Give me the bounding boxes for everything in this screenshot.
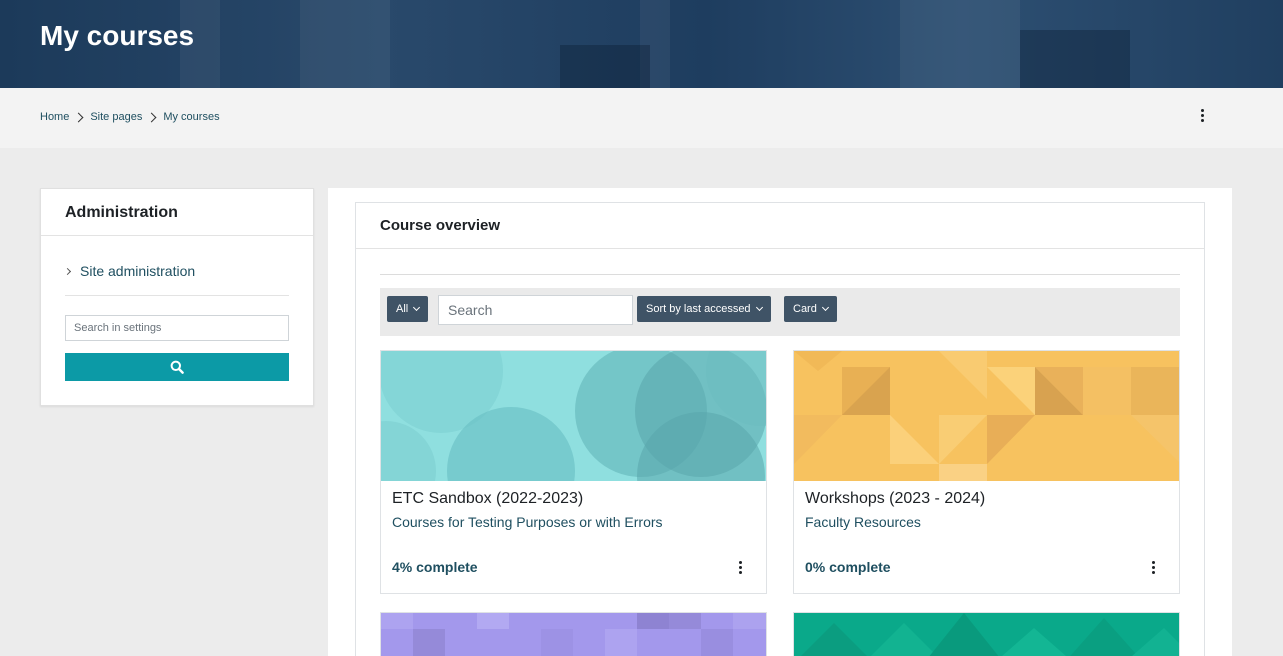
- course-filter-bar: All Sort by last accessed Card: [380, 288, 1180, 336]
- course-category: Faculty Resources: [805, 514, 921, 530]
- main-content: Course overview All Sort by last accesse…: [328, 188, 1232, 656]
- course-actions-menu-icon[interactable]: [738, 561, 742, 574]
- sort-dropdown[interactable]: Sort by last accessed: [637, 296, 771, 322]
- course-image[interactable]: [381, 351, 766, 481]
- chevron-down-icon: [821, 303, 829, 312]
- divider: [380, 274, 1180, 275]
- course-search-input[interactable]: [438, 295, 633, 325]
- page-header-banner: My courses: [0, 0, 1283, 88]
- grouping-filter-label: All: [396, 303, 409, 315]
- course-image[interactable]: [381, 613, 767, 656]
- breadcrumb-site-pages[interactable]: Site pages: [90, 111, 142, 123]
- breadcrumb-my-courses[interactable]: My courses: [163, 111, 219, 123]
- chevron-down-icon: [413, 303, 421, 312]
- course-progress: 0% complete: [805, 559, 891, 575]
- course-card[interactable]: [793, 612, 1180, 656]
- course-card[interactable]: ETC Sandbox (2022-2023) Courses for Test…: [380, 350, 767, 594]
- search-settings-button[interactable]: [65, 353, 289, 381]
- course-overview-block: Course overview All Sort by last accesse…: [355, 202, 1205, 656]
- administration-title: Administration: [65, 204, 178, 221]
- course-overview-title: Course overview: [380, 217, 501, 234]
- course-image[interactable]: [794, 351, 1179, 481]
- search-icon: [170, 360, 184, 374]
- course-name[interactable]: Workshops (2023 - 2024): [805, 490, 985, 508]
- chevron-right-icon: [146, 112, 157, 122]
- course-image[interactable]: [794, 613, 1180, 656]
- course-category: Courses for Testing Purposes or with Err…: [392, 514, 663, 530]
- course-progress: 4% complete: [392, 559, 478, 575]
- view-mode-label: Card: [793, 303, 817, 315]
- site-administration-link[interactable]: Site administration: [63, 263, 196, 279]
- breadcrumb-bar: Home Site pages My courses: [0, 88, 1283, 148]
- search-settings-input[interactable]: [65, 315, 289, 341]
- page-title: My courses: [40, 20, 195, 51]
- sort-label: Sort by last accessed: [646, 303, 751, 315]
- divider: [65, 295, 289, 296]
- breadcrumb: Home Site pages My courses: [40, 111, 220, 123]
- page-actions-menu-icon[interactable]: [1200, 109, 1204, 122]
- chevron-down-icon: [755, 303, 763, 312]
- course-card[interactable]: [380, 612, 767, 656]
- view-mode-dropdown[interactable]: Card: [784, 296, 837, 322]
- breadcrumb-home[interactable]: Home: [40, 111, 69, 123]
- divider: [356, 248, 1204, 249]
- course-name[interactable]: ETC Sandbox (2022-2023): [392, 490, 583, 508]
- site-administration-label: Site administration: [80, 263, 196, 279]
- grouping-filter-dropdown[interactable]: All: [387, 296, 429, 322]
- divider: [41, 235, 313, 236]
- chevron-right-icon: [73, 112, 84, 122]
- course-actions-menu-icon[interactable]: [1151, 561, 1155, 574]
- administration-block: Administration Site administration: [40, 188, 314, 406]
- course-card[interactable]: Workshops (2023 - 2024) Faculty Resource…: [793, 350, 1180, 594]
- chevron-right-icon: [63, 267, 72, 275]
